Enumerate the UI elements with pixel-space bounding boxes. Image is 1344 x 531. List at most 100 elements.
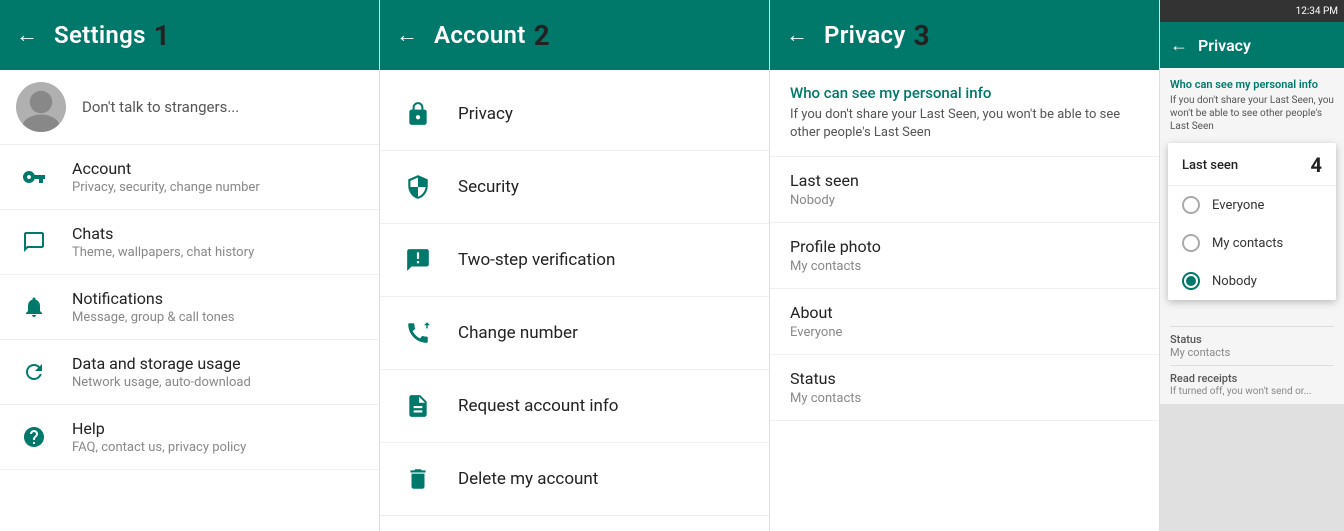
radio-nobody	[1182, 272, 1200, 290]
radio-everyone	[1182, 196, 1200, 214]
status-bar: 12:34 PM	[1160, 0, 1344, 22]
phone-edit-icon	[400, 315, 436, 351]
phone-privacy-title: Privacy	[1198, 36, 1251, 55]
account-item-change-number[interactable]: Change number	[380, 297, 769, 370]
phone-back-arrow[interactable]: ←	[1170, 35, 1188, 56]
account-item-request-info[interactable]: Request account info	[380, 370, 769, 443]
bottom-divider2	[1170, 365, 1334, 366]
settings-back-arrow[interactable]: ←	[16, 22, 38, 48]
everyone-label: Everyone	[1212, 198, 1264, 213]
privacy-info-text: If you don't share your Last Seen, you w…	[790, 106, 1139, 142]
about-value: Everyone	[790, 325, 1139, 340]
notifications-text: Notifications Message, group & call tone…	[72, 289, 234, 325]
settings-item-notifications[interactable]: Notifications Message, group & call tone…	[0, 275, 379, 340]
settings-panel: ← Settings 1 Don't talk to strangers... …	[0, 0, 380, 531]
help-title: Help	[72, 419, 246, 438]
dialog-option-everyone[interactable]: Everyone	[1168, 186, 1336, 224]
phone-content: Who can see my personal info If you don'…	[1160, 68, 1344, 310]
account-text: Account Privacy, security, change number	[72, 159, 260, 195]
account-list: Privacy Security Two-step verification C…	[380, 70, 769, 516]
account-panel-number: 2	[534, 19, 550, 52]
phone-status-value: My contacts	[1170, 346, 1334, 359]
lock-icon	[400, 96, 436, 132]
settings-title: Settings	[54, 21, 146, 49]
about-label: About	[790, 303, 1139, 322]
privacy-item-about[interactable]: About Everyone	[770, 289, 1159, 355]
data-title: Data and storage usage	[72, 354, 251, 373]
profile-photo-value: My contacts	[790, 259, 1139, 274]
phone-status-item: Status My contacts	[1170, 333, 1334, 359]
settings-item-chats[interactable]: Chats Theme, wallpapers, chat history	[0, 210, 379, 275]
dialog-header: Last seen 4	[1168, 143, 1336, 186]
bottom-divider	[1170, 326, 1334, 327]
privacy-panel-number: 3	[914, 19, 930, 52]
dialog-title: Last seen	[1182, 158, 1238, 173]
doc-icon	[400, 388, 436, 424]
notifications-title: Notifications	[72, 289, 234, 308]
profile-row[interactable]: Don't talk to strangers...	[0, 70, 379, 145]
settings-header: ← Settings 1	[0, 0, 379, 70]
account-item-privacy[interactable]: Privacy	[380, 78, 769, 151]
phone-overlay-panel: 12:34 PM ← Privacy Who can see my person…	[1160, 0, 1344, 531]
settings-list: Account Privacy, security, change number…	[0, 145, 379, 470]
profile-name: Don't talk to strangers...	[82, 98, 239, 116]
privacy-label: Privacy	[458, 104, 513, 124]
status-label: Status	[790, 369, 1139, 388]
phone-bottom-section: Status My contacts Read receipts If turn…	[1160, 310, 1344, 404]
nobody-label: Nobody	[1212, 274, 1257, 289]
shield-icon	[400, 169, 436, 205]
privacy-title: Privacy	[824, 21, 906, 49]
settings-panel-number: 1	[154, 19, 170, 52]
key-icon	[16, 159, 52, 195]
account-item-delete[interactable]: Delete my account	[380, 443, 769, 516]
privacy-item-last-seen[interactable]: Last seen Nobody	[770, 157, 1159, 223]
dialog-option-my-contacts[interactable]: My contacts	[1168, 224, 1336, 262]
radio-my-contacts	[1182, 234, 1200, 252]
phone-read-receipts-label: Read receipts	[1170, 372, 1334, 385]
account-item-security[interactable]: Security	[380, 151, 769, 224]
settings-item-help[interactable]: Help FAQ, contact us, privacy policy	[0, 405, 379, 470]
data-subtitle: Network usage, auto-download	[72, 375, 251, 390]
last-seen-label: Last seen	[790, 171, 1139, 190]
phone-status-label: Status	[1170, 333, 1334, 346]
account-subtitle: Privacy, security, change number	[72, 180, 260, 195]
trash-icon	[400, 461, 436, 497]
settings-item-account[interactable]: Account Privacy, security, change number	[0, 145, 379, 210]
account-title: Account	[72, 159, 260, 178]
privacy-info: Who can see my personal info If you don'…	[770, 70, 1159, 157]
phone-info-text: If you don't share your Last Seen, you w…	[1170, 94, 1334, 133]
avatar	[16, 82, 66, 132]
settings-item-data[interactable]: Data and storage usage Network usage, au…	[0, 340, 379, 405]
chats-subtitle: Theme, wallpapers, chat history	[72, 245, 254, 260]
privacy-item-status[interactable]: Status My contacts	[770, 355, 1159, 421]
account-item-two-step[interactable]: Two-step verification	[380, 224, 769, 297]
dialog-number: 4	[1311, 153, 1322, 177]
last-seen-dialog: Last seen 4 Everyone My contacts Nobody	[1168, 143, 1336, 300]
phone-privacy-header: ← Privacy	[1160, 22, 1344, 68]
dots-icon	[400, 242, 436, 278]
privacy-back-arrow[interactable]: ←	[786, 22, 808, 48]
profile-photo-label: Profile photo	[790, 237, 1139, 256]
phone-info-title: Who can see my personal info	[1170, 78, 1334, 91]
help-subtitle: FAQ, contact us, privacy policy	[72, 440, 246, 455]
phone-read-receipts-note: If turned off, you won't send or...	[1170, 385, 1334, 398]
delete-label: Delete my account	[458, 469, 598, 489]
privacy-panel: ← Privacy 3 Who can see my personal info…	[770, 0, 1160, 531]
change-number-label: Change number	[458, 323, 578, 343]
last-seen-value: Nobody	[790, 193, 1139, 208]
refresh-icon	[16, 354, 52, 390]
account-back-arrow[interactable]: ←	[396, 22, 418, 48]
privacy-item-profile-photo[interactable]: Profile photo My contacts	[770, 223, 1159, 289]
dialog-option-nobody[interactable]: Nobody	[1168, 262, 1336, 300]
my-contacts-label: My contacts	[1212, 236, 1283, 251]
request-info-label: Request account info	[458, 396, 619, 416]
phone-read-receipts-item: Read receipts If turned off, you won't s…	[1170, 372, 1334, 398]
chat-icon	[16, 224, 52, 260]
status-time: 12:34 PM	[1296, 6, 1338, 17]
bell-icon	[16, 289, 52, 325]
chats-title: Chats	[72, 224, 254, 243]
notifications-subtitle: Message, group & call tones	[72, 310, 234, 325]
account-title: Account	[434, 21, 526, 49]
security-label: Security	[458, 177, 519, 197]
help-text: Help FAQ, contact us, privacy policy	[72, 419, 246, 455]
